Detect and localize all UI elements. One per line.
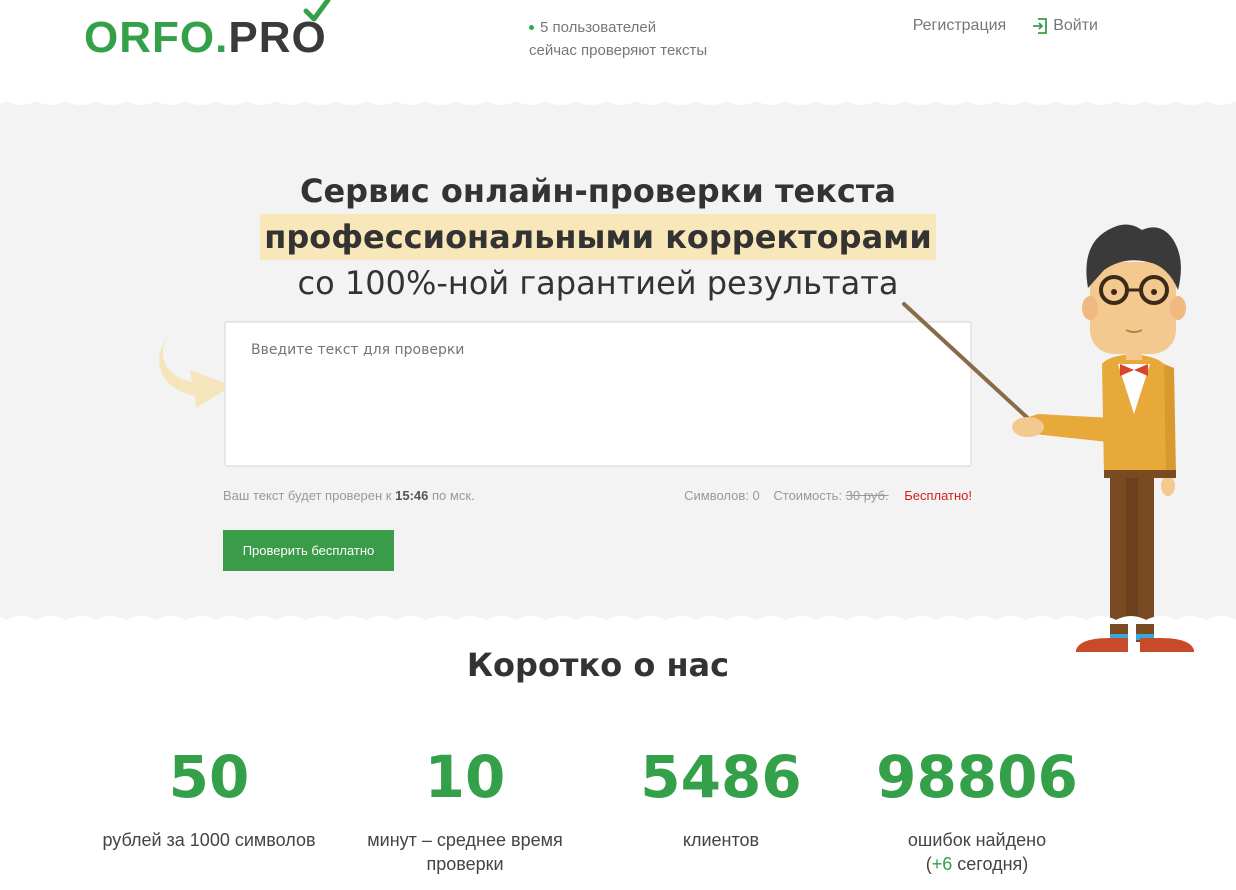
stat-number: 5486 [640,743,802,811]
stat-number: 98806 [876,743,1078,811]
deadline-suffix: по мск. [432,488,475,503]
check-free-button[interactable]: Проверить бесплатно [223,530,394,571]
stat-errors: 98806 ошибок найдено (+6 сегодня) [847,740,1107,876]
cost-label: Стоимость: [773,488,843,503]
deadline-time: 15:46 [395,488,429,503]
stat-label: рублей за 1000 символов [102,830,316,850]
hero-section: Сервис онлайн-проверки текста профессион… [0,97,1236,652]
chars-count: Символов: 0 [684,488,760,503]
teacher-illustration [902,224,1194,652]
hero-title-line1: Сервис онлайн-проверки текста [299,172,897,210]
register-link[interactable]: Регистрация [913,17,1007,35]
online-users-count: 5 пользователей [540,19,657,36]
online-dot-icon [529,24,534,30]
stat-number: 50 [168,743,250,811]
online-users-caption: сейчас проверяют тексты [529,42,708,59]
stat-label-main: ошибок найдено [907,830,1047,850]
stat-today: (+6 сегодня) [847,852,1107,876]
today-suffix: сегодня) [952,854,1029,874]
stat-label: минут – среднее время проверки [367,830,563,874]
header-nav: Регистрация Войти [913,17,1098,35]
logo[interactable]: ORFO. PR O [84,0,331,64]
stat-price: 50 рублей за 1000 символов [79,740,339,852]
stat-label: клиентов [682,830,760,850]
logo-text-pr: PR [228,13,292,62]
stat-label: ошибок найдено (+6 сегодня) [847,828,1107,876]
stat-time: 10 минут – среднее время проверки [335,740,595,876]
login-link[interactable]: Войти [1032,17,1098,35]
login-icon [1033,18,1048,34]
today-count: +6 [931,854,953,874]
wave-divider-bottom [0,616,1236,624]
deadline-info: Ваш текст будет проверен к 15:46 по мск. [223,488,475,503]
header: ORFO. PR O 5 пользователей сейчас проверяю… [0,0,1236,98]
stat-clients: 5486 клиентов [591,740,851,852]
text-input[interactable] [224,321,972,467]
online-users-info: 5 пользователей сейчас проверяют тексты [529,16,707,62]
wave-divider-top [0,97,1236,105]
stat-number: 10 [424,743,506,811]
cost-old-price: 30 руб. [845,488,889,503]
login-label: Войти [1053,17,1098,34]
logo-text-o: O [291,0,331,63]
curved-arrow-icon [159,326,232,408]
check-icon [303,0,331,22]
logo-dot: . [215,13,229,62]
about-title: Коротко о нас [466,646,730,684]
hero-title-highlight: профессиональными корректорами [260,214,936,260]
logo-text-orfo: ORFO [84,13,216,62]
deadline-prefix: Ваш текст будет проверен к [223,488,392,503]
